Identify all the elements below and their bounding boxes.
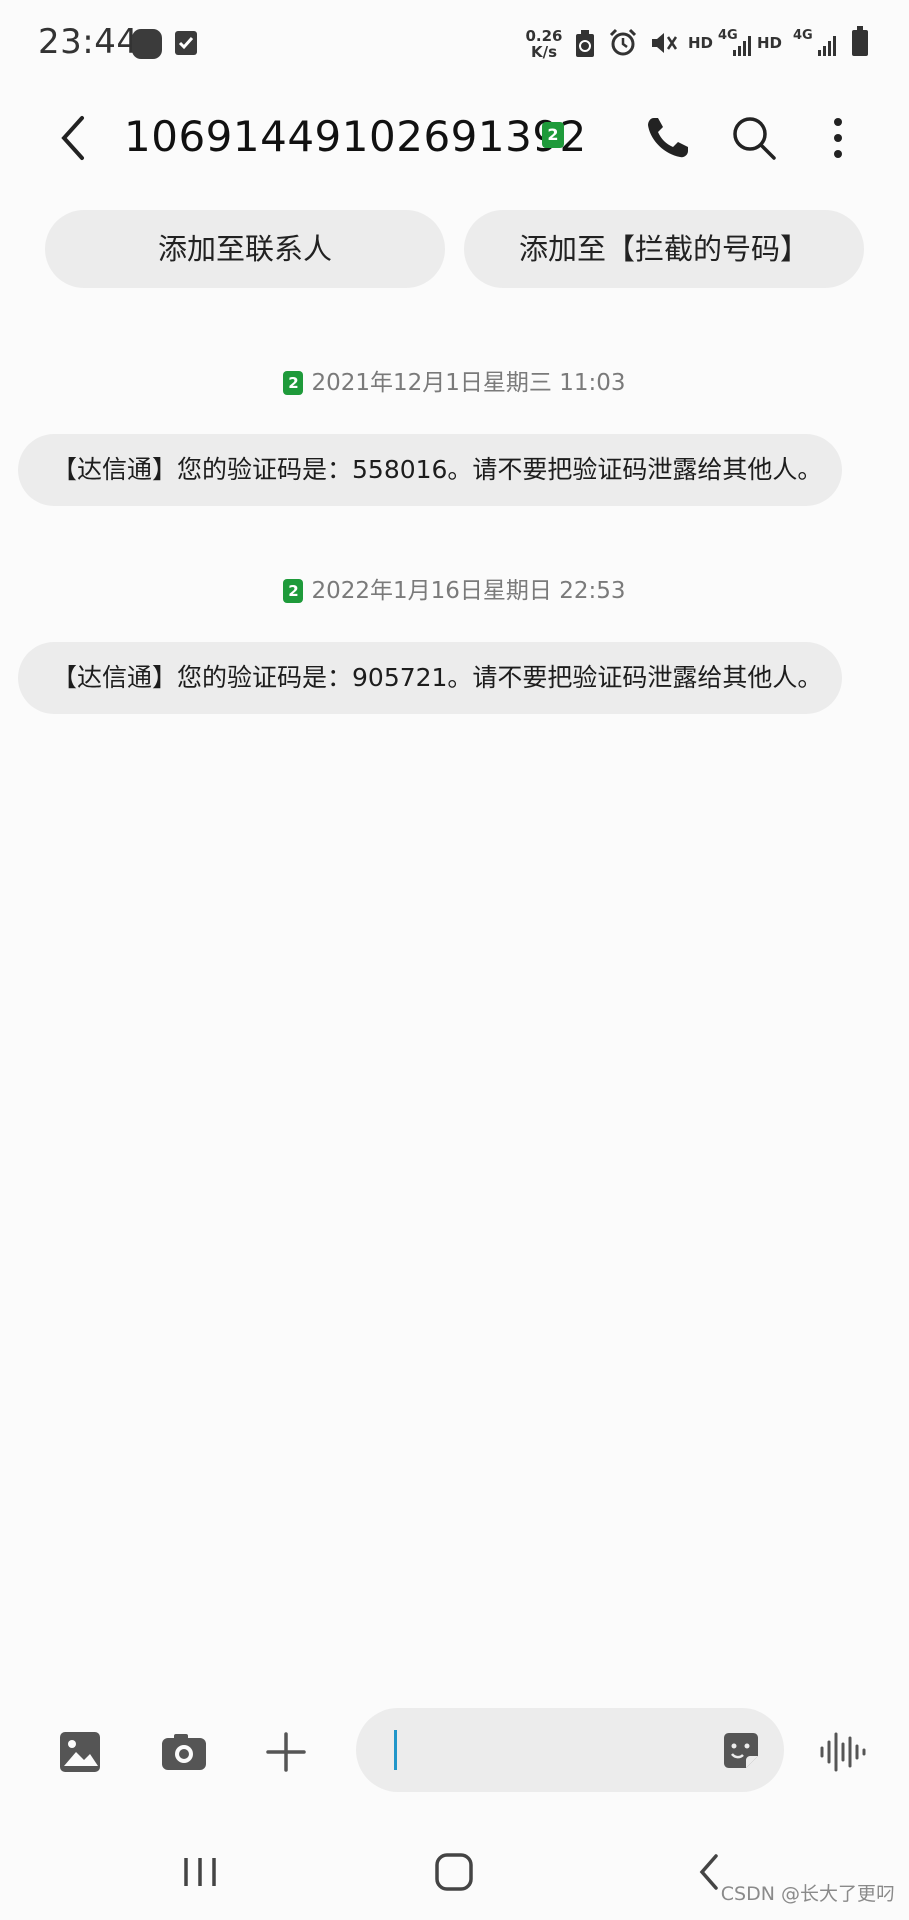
message-date-2: 2 2022年1月16日星期日 22:53 — [0, 574, 909, 604]
mute-icon — [652, 33, 678, 53]
app-notification-icon — [132, 29, 162, 59]
message-date-1: 2 2021年12月1日星期三 11:03 — [0, 366, 909, 396]
net-speed-value: 0.26 — [525, 27, 563, 45]
home-icon[interactable] — [424, 1842, 484, 1902]
composer-bar — [0, 1700, 909, 1800]
add-to-contacts-button[interactable]: 添加至联系人 — [45, 210, 445, 288]
message-bubble[interactable]: 【达信通】您的验证码是：905721。请不要把验证码泄露给其他人。 — [18, 642, 842, 714]
search-icon[interactable] — [726, 110, 782, 166]
messaging-screen: 23:44 0.26 K/s HD 4G HD 4G 1069144910269… — [0, 0, 909, 1920]
recent-apps-icon[interactable] — [170, 1842, 230, 1902]
gallery-icon[interactable] — [52, 1724, 108, 1780]
signal-icon-2 — [818, 34, 836, 56]
net-speed-unit: K/s — [530, 43, 558, 61]
add-attachment-icon[interactable] — [258, 1724, 314, 1780]
alarm-icon — [609, 28, 637, 56]
battery-saver-icon — [576, 30, 594, 57]
call-icon[interactable] — [640, 110, 696, 166]
net-speed: 0.26 K/s — [522, 28, 566, 60]
back-button[interactable] — [50, 108, 100, 168]
conversation-header: 10691449102691392 2 — [0, 86, 909, 196]
message-input[interactable] — [392, 1726, 706, 1776]
message-date-text: 2021年12月1日星期三 11:03 — [311, 370, 626, 396]
hd-indicator-2: HD — [757, 34, 783, 52]
sim-badge: 2 — [283, 371, 304, 395]
signal-icon-1 — [733, 34, 751, 56]
voice-input-icon[interactable] — [814, 1724, 870, 1780]
sim-badge: 2 — [542, 122, 564, 148]
more-options-icon[interactable] — [810, 110, 866, 166]
network-type-2: 4G — [793, 28, 813, 43]
checkbox-notification-icon — [175, 31, 197, 55]
sticker-icon[interactable] — [720, 1730, 762, 1772]
message-bubble[interactable]: 【达信通】您的验证码是：558016。请不要把验证码泄露给其他人。 — [18, 434, 842, 506]
system-navigation-bar — [0, 1830, 909, 1920]
message-date-text: 2022年1月16日星期日 22:53 — [311, 578, 626, 604]
battery-icon — [852, 26, 868, 56]
status-time: 23:44 — [38, 22, 139, 62]
conversation-title: 10691449102691392 — [124, 112, 587, 161]
status-bar: 23:44 0.26 K/s HD 4G HD 4G — [0, 0, 909, 86]
message-input-container[interactable] — [356, 1708, 784, 1792]
sim-badge: 2 — [283, 579, 304, 603]
hd-indicator-1: HD — [688, 34, 714, 52]
watermark: CSDN @长大了更叼 — [720, 1883, 895, 1905]
camera-icon[interactable] — [156, 1724, 212, 1780]
add-to-blocked-button[interactable]: 添加至【拦截的号码】 — [464, 210, 864, 288]
